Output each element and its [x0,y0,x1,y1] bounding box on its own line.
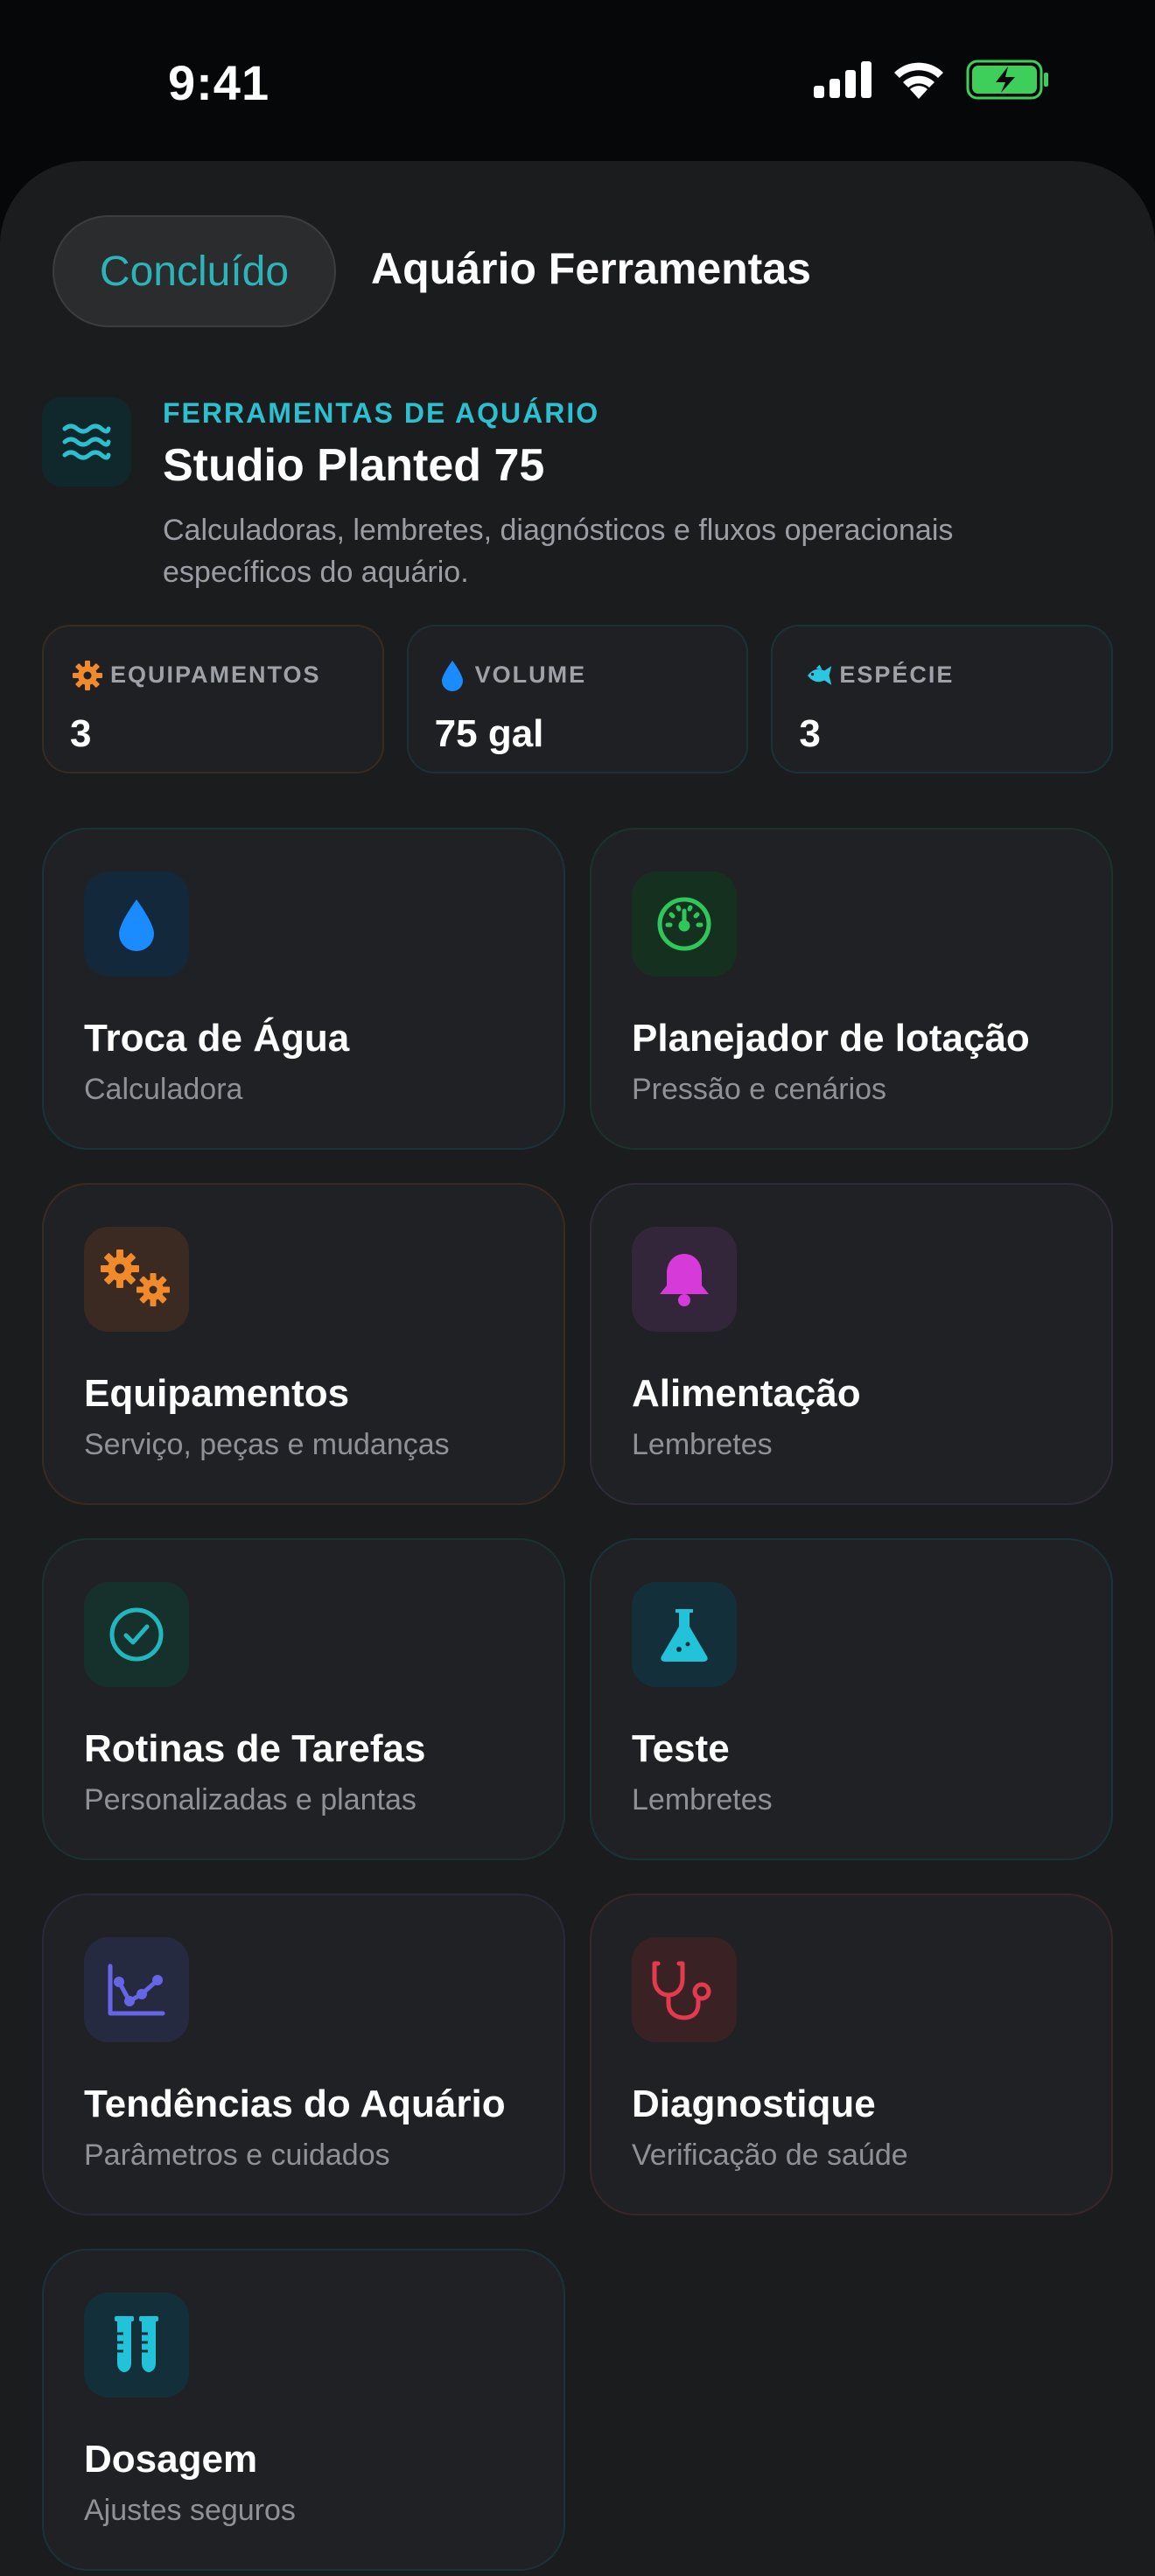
tool-title: Rotinas de Tarefas [84,1727,426,1770]
tool-title: Equipamentos [84,1372,350,1415]
tool-subtitle: Serviço, peças e mudanças [84,1428,450,1461]
check-circle-icon [84,1582,189,1687]
drop-icon [435,658,470,693]
status-icons [814,60,1050,100]
stat-volume: VOLUME 75 gal [406,625,749,774]
gear-icon [70,658,105,693]
fish-icon [799,658,834,693]
tool-card-aquarium-trends[interactable]: Tendências do Aquário Parâmetros e cuida… [42,1894,565,2216]
tool-subtitle: Parâmetros e cuidados [84,2138,390,2172]
drop-icon [84,872,189,976]
tool-title: Troca de Água [84,1017,350,1060]
stat-species: ESPÉCIE 3 [771,625,1114,774]
tools-sheet: Concluído Aquário Ferramentas FERRAMENTA… [0,161,1155,2576]
tool-card-stocking-planner[interactable]: Planejador de lotação Pressão e cenários [590,828,1113,1150]
stat-value: 75 gal [434,712,544,755]
tool-card-water-change[interactable]: Troca de Água Calculadora [42,828,565,1150]
stat-label: ESPÉCIE [839,662,955,688]
stat-value: 3 [799,712,821,755]
tool-subtitle: Calculadora [84,1073,243,1106]
tool-subtitle: Lembretes [632,1428,773,1461]
tool-subtitle: Lembretes [632,1783,773,1816]
wifi-icon [894,62,943,99]
waves-icon [42,397,131,486]
stat-label: VOLUME [474,662,587,688]
tool-subtitle: Verificação de saúde [632,2138,908,2172]
stats-row: EQUIPAMENTOS 3 VOLUME 75 gal ESPÉCIE 3 [42,625,1114,774]
gears-icon [84,1227,189,1332]
tool-card-equipment[interactable]: Equipamentos Serviço, peças e mudanças [42,1183,565,1505]
tool-title: Planejador de lotação [632,1017,1030,1060]
tool-subtitle: Personalizadas e plantas [84,1783,416,1816]
tool-title: Diagnostique [632,2082,876,2125]
done-button[interactable]: Concluído [52,215,336,327]
tool-card-testing[interactable]: Teste Lembretes [590,1538,1113,1860]
tool-title: Teste [632,1727,730,1770]
tool-subtitle: Ajustes seguros [84,2494,296,2527]
cellular-signal-icon [814,61,872,98]
aquarium-name: Studio Planted 75 [163,440,545,491]
status-bar: 9:41 [0,0,1155,158]
tool-subtitle: Pressão e cenários [632,1073,887,1106]
tool-card-task-routines[interactable]: Rotinas de Tarefas Personalizadas e plan… [42,1538,565,1860]
stat-label: EQUIPAMENTOS [110,662,321,688]
tool-card-diagnose[interactable]: Diagnostique Verificação de saúde [590,1894,1113,2216]
tool-card-dosing[interactable]: Dosagem Ajustes seguros [42,2249,565,2571]
hero-description: Calculadoras, lembretes, diagnósticos e … [163,514,954,589]
tool-card-feeding[interactable]: Alimentação Lembretes [590,1183,1113,1505]
tool-title: Alimentação [632,1372,861,1415]
stat-equipment: EQUIPAMENTOS 3 [42,625,384,774]
header: Concluído Aquário Ferramentas [52,215,1102,329]
test-tubes-icon [84,2292,189,2398]
status-time: 9:41 [168,55,270,110]
stethoscope-icon [632,1937,737,2042]
page-title: Aquário Ferramentas [371,244,811,293]
bell-icon [632,1227,737,1332]
chart-icon [84,1937,189,2042]
stat-value: 3 [70,712,92,755]
tool-title: Dosagem [84,2438,258,2481]
gauge-icon [632,872,737,976]
aquarium-hero: FERRAMENTAS DE AQUÁRIO Studio Planted 75… [42,397,1113,590]
flask-icon [632,1582,737,1687]
hero-kicker: FERRAMENTAS DE AQUÁRIO [163,397,600,429]
tool-title: Tendências do Aquário [84,2082,506,2125]
battery-charging-icon [966,60,1048,100]
